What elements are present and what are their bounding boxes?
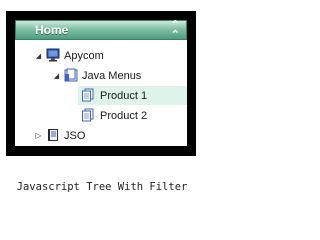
header-title: Home (35, 23, 69, 37)
tree-panel: Home ⌃ ⌃ ◢ Apycom ◢ Java Menus Product 1… (15, 20, 187, 146)
expanded-triangle-icon[interactable]: ◢ (52, 71, 61, 80)
tree-item-product-1[interactable]: Product 1 (78, 86, 187, 105)
document-icon (81, 88, 95, 102)
caption: Javascript Tree With Filter (16, 181, 188, 193)
tree-item-product-2[interactable]: Product 2 (78, 106, 187, 125)
tree-item-label: JSO (64, 129, 86, 142)
double-chevron-up-icon[interactable]: ⌃ ⌃ (171, 20, 180, 41)
tree-item-label: Product 2 (100, 109, 148, 122)
book-icon (46, 128, 60, 142)
menu-frame: Home ⌃ ⌃ ◢ Apycom ◢ Java Menus Product 1… (6, 11, 196, 156)
collapsed-triangle-icon[interactable]: ▷ (34, 131, 43, 140)
expanded-triangle-icon[interactable]: ◢ (34, 51, 43, 60)
tree-item-jso[interactable]: ▷ JSO (15, 126, 187, 145)
tree-item-label: Java Menus (82, 69, 142, 82)
tree-item-java-menus[interactable]: ◢ Java Menus (15, 66, 187, 85)
tree-item-apycom[interactable]: ◢ Apycom (15, 46, 187, 65)
monitor-icon (46, 48, 60, 62)
tree-item-label: Apycom (64, 49, 104, 62)
folder-document-icon (64, 68, 78, 82)
tree-item-label: Product 1 (100, 89, 148, 102)
document-icon (81, 108, 95, 122)
menu-header-home[interactable]: Home ⌃ ⌃ (15, 20, 187, 41)
